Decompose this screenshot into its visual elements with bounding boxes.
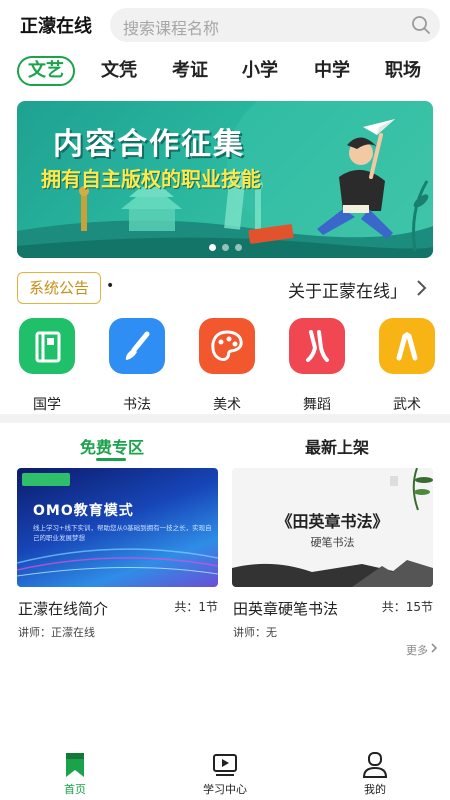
category-tab-kaozheng[interactable]: 考证 — [167, 56, 213, 86]
course-thumb-subtitle: 硬笔书法 — [310, 536, 355, 549]
nav-study-center[interactable]: 学习中心 — [190, 752, 260, 797]
chevron-right-icon[interactable] — [414, 278, 428, 298]
subject-item-meishu[interactable]: 美术 — [192, 318, 262, 414]
system-notice-bar[interactable]: 系统公告 • 关于正蒙在线」 — [0, 270, 450, 308]
section-divider — [0, 414, 450, 423]
subject-grid: 国学 书法 美术 舞蹈 武术 — [0, 318, 450, 414]
subject-item-wudao[interactable]: 舞蹈 — [282, 318, 352, 414]
bottom-nav: 首页 学习中心 我的 — [0, 744, 450, 800]
course-teacher: 讲师：正濛在线 — [18, 626, 95, 639]
subject-label: 书法 — [123, 397, 151, 413]
user-icon — [362, 752, 388, 778]
tab-new-arrivals[interactable]: 最新上架 — [305, 434, 369, 458]
banner-title: 内容合作征集 — [53, 127, 245, 162]
subject-item-shufa[interactable]: 书法 — [102, 318, 172, 414]
palette-icon — [199, 318, 255, 374]
subject-label: 武术 — [393, 397, 421, 413]
category-tab-zhongxue[interactable]: 中学 — [309, 56, 355, 86]
category-tab-wenping[interactable]: 文凭 — [96, 56, 142, 86]
carousel-dot[interactable] — [222, 244, 229, 251]
nunchaku-icon — [379, 318, 435, 374]
nav-mine[interactable]: 我的 — [340, 752, 410, 797]
category-tab-zhichang[interactable]: 职场 — [380, 56, 426, 86]
course-title[interactable]: 正濛在线简介 — [18, 598, 108, 619]
tab-indicator — [96, 458, 126, 461]
chevron-right-icon[interactable] — [430, 642, 438, 654]
tab-free-zone[interactable]: 免费专区 — [80, 434, 144, 458]
more-link[interactable]: 更多 — [406, 642, 428, 658]
notice-text[interactable]: 关于正蒙在线」 — [288, 277, 408, 302]
home-bookmark-icon — [66, 753, 84, 777]
subject-item-guoxue[interactable]: 国学 — [12, 318, 82, 414]
course-thumbnail[interactable]: 《田英章书法》 硬笔书法 — [232, 468, 433, 587]
ballet-shoes-icon — [289, 318, 345, 374]
brush-icon — [109, 318, 165, 374]
lesson-count: 共：1节 — [174, 600, 218, 614]
carousel-dots — [209, 244, 242, 251]
banner-subtitle: 拥有自主版权的职业技能 — [41, 167, 261, 191]
notice-bullet: • — [106, 278, 115, 294]
header: 正濛在线 搜索课程名称 — [0, 0, 450, 50]
nav-home[interactable]: 首页 — [40, 752, 110, 797]
carousel-dot[interactable] — [235, 244, 242, 251]
search-bar[interactable]: 搜索课程名称 — [110, 8, 440, 42]
subject-label: 美术 — [213, 397, 241, 413]
category-tab-xiaoxue[interactable]: 小学 — [237, 56, 283, 86]
course-card[interactable]: OMO教育模式 线上学习+线下实训，帮助您从0基础到拥有一技之长，实现自己的职业… — [17, 468, 218, 639]
course-thumbnail[interactable]: OMO教育模式 线上学习+线下实训，帮助您从0基础到拥有一技之长，实现自己的职业… — [17, 468, 218, 587]
search-input[interactable]: 搜索课程名称 — [123, 15, 219, 39]
nav-label: 学习中心 — [203, 783, 247, 796]
app-title: 正濛在线 — [20, 16, 92, 37]
nav-label: 首页 — [64, 783, 86, 796]
lesson-count: 共：15节 — [381, 600, 433, 614]
carousel-dot[interactable] — [209, 244, 216, 251]
course-thumb-title: OMO教育模式 — [33, 503, 134, 519]
book-icon — [19, 318, 75, 374]
subject-label: 舞蹈 — [303, 397, 331, 413]
category-tab-wenyi[interactable]: 文艺 — [17, 56, 75, 86]
course-thumb-desc: 线上学习+线下实训，帮助您从0基础到拥有一技之长，实现自己的职业发展梦想 — [33, 524, 212, 542]
nav-label: 我的 — [364, 783, 386, 796]
course-card[interactable]: 《田英章书法》 硬笔书法 田英章硬笔书法 共：15节 讲师：无 — [232, 468, 433, 639]
subject-item-wushu[interactable]: 武术 — [372, 318, 442, 414]
video-play-icon — [213, 754, 237, 776]
banner-carousel[interactable]: 内容合作征集 拥有自主版权的职业技能 — [17, 101, 433, 258]
course-title[interactable]: 田英章硬笔书法 — [233, 598, 338, 619]
course-teacher: 讲师：无 — [233, 626, 277, 639]
notice-badge: 系统公告 — [17, 272, 101, 304]
category-tabs: 文艺 文凭 考证 小学 中学 职场 — [0, 56, 450, 88]
search-icon[interactable] — [411, 15, 431, 35]
course-thumb-title: 《田英章书法》 — [276, 512, 389, 531]
subject-label: 国学 — [33, 397, 61, 413]
